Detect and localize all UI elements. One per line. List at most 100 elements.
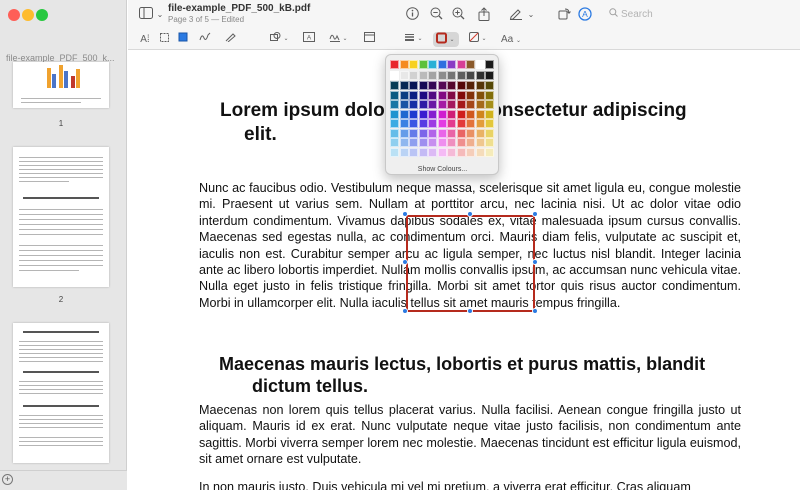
colour-swatch[interactable] xyxy=(475,60,485,69)
colour-swatch[interactable] xyxy=(390,119,399,128)
colour-swatch[interactable] xyxy=(390,138,399,147)
page-thumbnail-3[interactable] xyxy=(13,323,109,463)
colour-swatch[interactable] xyxy=(409,119,418,128)
colour-swatch[interactable] xyxy=(485,60,494,69)
colour-swatch[interactable] xyxy=(456,109,466,119)
colour-swatch[interactable] xyxy=(409,128,418,138)
colour-swatch[interactable] xyxy=(409,147,418,157)
colour-swatch[interactable] xyxy=(418,147,428,157)
colour-swatch[interactable] xyxy=(428,90,437,100)
colour-swatch[interactable] xyxy=(409,81,418,90)
colour-swatch[interactable] xyxy=(399,100,409,109)
colour-swatch[interactable] xyxy=(475,109,485,119)
colour-swatch[interactable] xyxy=(390,128,399,138)
colour-swatch[interactable] xyxy=(456,128,466,138)
colour-swatch[interactable] xyxy=(466,81,475,90)
colour-swatch[interactable] xyxy=(399,60,409,69)
resize-handle[interactable] xyxy=(402,308,408,314)
colour-swatch[interactable] xyxy=(447,119,456,128)
share-icon[interactable] xyxy=(476,7,492,23)
colour-swatch[interactable] xyxy=(475,100,485,109)
colour-swatch[interactable] xyxy=(437,90,447,100)
colour-swatch[interactable] xyxy=(409,138,418,147)
colour-swatch[interactable] xyxy=(466,128,475,138)
colour-swatch[interactable] xyxy=(466,70,475,80)
circle-a-icon[interactable]: A xyxy=(577,7,593,23)
colour-swatch[interactable] xyxy=(418,109,428,119)
colour-swatch[interactable] xyxy=(456,119,466,128)
chevron-down-icon[interactable]: ⌄ xyxy=(523,7,539,23)
text-select-icon[interactable]: A⁞ xyxy=(138,32,152,47)
colour-swatch[interactable] xyxy=(418,119,428,128)
colour-swatch[interactable] xyxy=(485,81,494,90)
chevron-down-icon[interactable]: ⌄ xyxy=(152,7,168,23)
resize-handle[interactable] xyxy=(532,211,538,217)
colour-swatch[interactable] xyxy=(409,90,418,100)
colour-swatch[interactable] xyxy=(466,119,475,128)
resize-handle[interactable] xyxy=(467,211,473,217)
signature-icon[interactable]: ⌄ xyxy=(328,32,350,47)
colour-swatch[interactable] xyxy=(390,60,399,69)
colour-swatch[interactable] xyxy=(456,81,466,90)
rectangle-annotation[interactable] xyxy=(406,215,535,312)
search-field[interactable] xyxy=(607,6,797,23)
shapes-icon[interactable]: ⌄ xyxy=(269,32,291,47)
colour-swatch[interactable] xyxy=(475,90,485,100)
colour-swatch[interactable] xyxy=(447,109,456,119)
colour-swatch[interactable] xyxy=(456,70,466,80)
colour-swatch[interactable] xyxy=(447,60,456,69)
selection-tool-icon[interactable] xyxy=(177,32,189,47)
colour-swatch[interactable] xyxy=(428,138,437,147)
note-icon[interactable] xyxy=(362,32,376,47)
colour-swatch[interactable] xyxy=(428,128,437,138)
colour-swatch[interactable] xyxy=(485,109,494,119)
colour-swatch[interactable] xyxy=(390,147,399,157)
sketch-icon[interactable] xyxy=(198,32,212,47)
colour-swatch[interactable] xyxy=(475,147,485,157)
colour-swatch[interactable] xyxy=(390,90,399,100)
colour-swatch[interactable] xyxy=(485,90,494,100)
colour-swatch[interactable] xyxy=(475,70,485,80)
colour-swatch[interactable] xyxy=(418,128,428,138)
colour-swatch[interactable] xyxy=(418,70,428,80)
colour-swatch[interactable] xyxy=(409,109,418,119)
colour-swatch[interactable] xyxy=(418,81,428,90)
resize-handle[interactable] xyxy=(532,259,538,265)
colour-swatch[interactable] xyxy=(437,100,447,109)
colour-swatch[interactable] xyxy=(409,60,418,69)
colour-swatch[interactable] xyxy=(466,90,475,100)
text-box-icon[interactable]: A xyxy=(302,32,316,47)
colour-swatch[interactable] xyxy=(485,119,494,128)
colour-swatch[interactable] xyxy=(456,60,466,69)
add-page-icon[interactable]: + xyxy=(2,474,13,485)
line-style-icon[interactable]: ⌄ xyxy=(404,32,426,47)
colour-swatch[interactable] xyxy=(428,60,437,69)
colour-swatch[interactable] xyxy=(475,128,485,138)
colour-swatch[interactable] xyxy=(475,81,485,90)
colour-swatch[interactable] xyxy=(437,147,447,157)
colour-swatch[interactable] xyxy=(399,81,409,90)
colour-swatch[interactable] xyxy=(390,100,399,109)
colour-swatch[interactable] xyxy=(456,90,466,100)
colour-swatch[interactable] xyxy=(418,60,428,69)
colour-swatch[interactable] xyxy=(399,119,409,128)
colour-swatch[interactable] xyxy=(456,100,466,109)
colour-swatch[interactable] xyxy=(390,70,399,80)
search-input[interactable] xyxy=(621,6,791,23)
colour-swatch[interactable] xyxy=(390,109,399,119)
colour-swatch[interactable] xyxy=(447,138,456,147)
colour-swatch[interactable] xyxy=(447,147,456,157)
show-colours-button[interactable]: Show Colours... xyxy=(390,164,495,175)
colour-swatch[interactable] xyxy=(447,128,456,138)
colour-swatch[interactable] xyxy=(399,109,409,119)
info-circle-icon[interactable] xyxy=(404,7,420,23)
colour-swatch[interactable] xyxy=(399,70,409,80)
colour-swatch[interactable] xyxy=(456,147,466,157)
colour-swatch[interactable] xyxy=(447,81,456,90)
resize-handle[interactable] xyxy=(402,259,408,265)
colour-swatch[interactable] xyxy=(475,138,485,147)
text-style-button[interactable]: Aa ⌄ xyxy=(500,32,522,47)
colour-swatch[interactable] xyxy=(466,147,475,157)
colour-swatch[interactable] xyxy=(437,81,447,90)
colour-swatch[interactable] xyxy=(485,70,494,80)
